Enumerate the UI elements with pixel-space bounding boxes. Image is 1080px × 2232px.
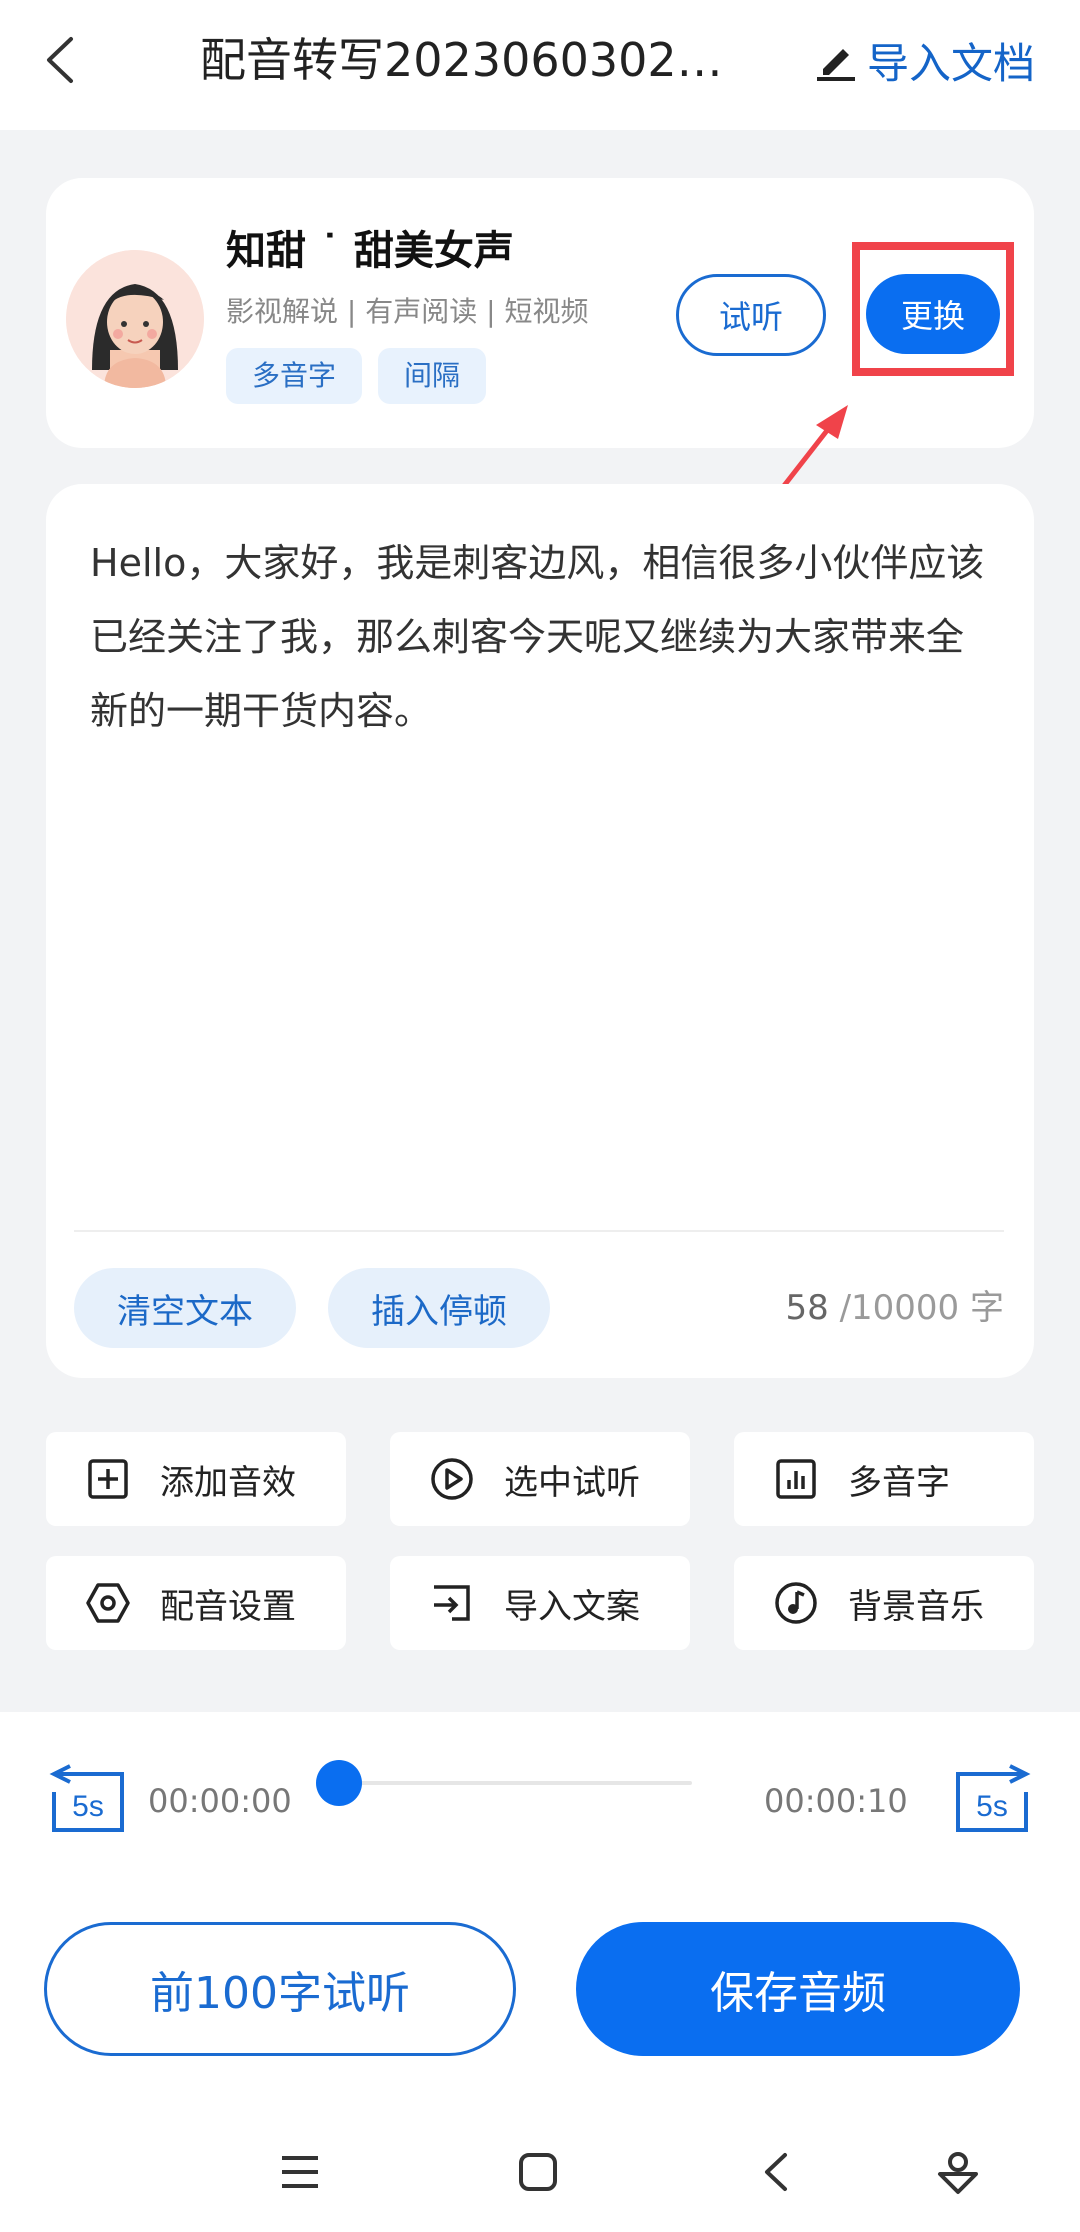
plus-square-icon [86,1457,130,1501]
char-count-current: 58 [785,1288,829,1328]
music-note-icon [774,1581,818,1625]
play-circle-icon [430,1457,474,1501]
chevron-left-icon [47,37,73,83]
background-music-button[interactable]: 背景音乐 [734,1556,1034,1650]
skip-forward-button[interactable]: 5s [952,1754,1032,1834]
progress-track[interactable] [340,1781,692,1785]
current-time: 00:00:00 [148,1782,292,1820]
tool-label: 添加音效 [160,1462,296,1503]
clear-text-button[interactable]: 清空文本 [74,1268,296,1348]
nav-back-icon[interactable] [746,2142,806,2202]
polyphone-button[interactable]: 多音字 [734,1432,1034,1526]
page-title: 配音转写2023060302… [200,33,723,87]
voice-avatar [66,250,204,388]
text-editor-card: Hello，大家好，我是刺客边风，相信很多小伙伴应该已经关注了我，那么刺客今天呢… [46,484,1034,1378]
add-sound-effect-button[interactable]: 添加音效 [46,1432,346,1526]
save-audio-button[interactable]: 保存音频 [576,1922,1020,2056]
skip-back-button[interactable]: 5s [48,1754,128,1834]
tool-label: 导入文案 [504,1586,640,1627]
import-arrow-icon [430,1581,474,1625]
script-text[interactable]: Hello，大家好，我是刺客边风，相信很多小伙伴应该已经关注了我，那么刺客今天呢… [90,526,1000,748]
rewind-5s-icon: 5s [49,1764,124,1832]
change-voice-button[interactable]: 更换 [866,274,1000,354]
voice-settings-button[interactable]: 配音设置 [46,1556,346,1650]
char-counter: 58 /10000 字 [786,1268,1005,1348]
tool-label: 多音字 [848,1462,950,1503]
skip-forward-label: 5s [976,1790,1008,1823]
chip-interval[interactable]: 间隔 [378,348,487,404]
home-icon[interactable] [508,2142,568,2202]
chip-polyphone[interactable]: 多音字 [226,348,363,404]
assistant-icon[interactable] [928,2142,988,2202]
voice-tags: 影视解说 | 有声阅读 | 短视频 [226,295,589,328]
bar-chart-icon [774,1457,818,1501]
voice-name: 知甜 ˙ 甜美女声 [226,228,514,274]
char-count-total: /10000 字 [828,1288,1004,1328]
skip-back-label: 5s [72,1790,104,1823]
listen-button[interactable]: 试听 [676,274,826,356]
preview-first-100-button[interactable]: 前100字试听 [44,1922,516,2056]
insert-pause-button[interactable]: 插入停顿 [328,1268,550,1348]
progress-knob[interactable] [316,1760,362,1806]
hexagon-settings-icon [86,1581,130,1625]
selected-preview-button[interactable]: 选中试听 [390,1432,690,1526]
tool-label: 配音设置 [160,1586,296,1627]
total-time: 00:00:10 [764,1782,908,1820]
system-nav-bar [0,2120,1080,2232]
edit-pencil-icon [817,49,855,81]
menu-icon[interactable] [270,2142,330,2202]
import-document-button[interactable]: 导入文档 [815,28,1035,92]
top-bar: 配音转写2023060302… 导入文档 [0,0,1080,130]
back-button[interactable] [30,20,90,100]
forward-5s-icon: 5s [956,1764,1031,1832]
import-copy-button[interactable]: 导入文案 [390,1556,690,1650]
import-document-label: 导入文档 [867,38,1036,88]
tool-label: 背景音乐 [848,1586,984,1627]
divider [74,1230,1004,1232]
tool-label: 选中试听 [504,1462,640,1503]
